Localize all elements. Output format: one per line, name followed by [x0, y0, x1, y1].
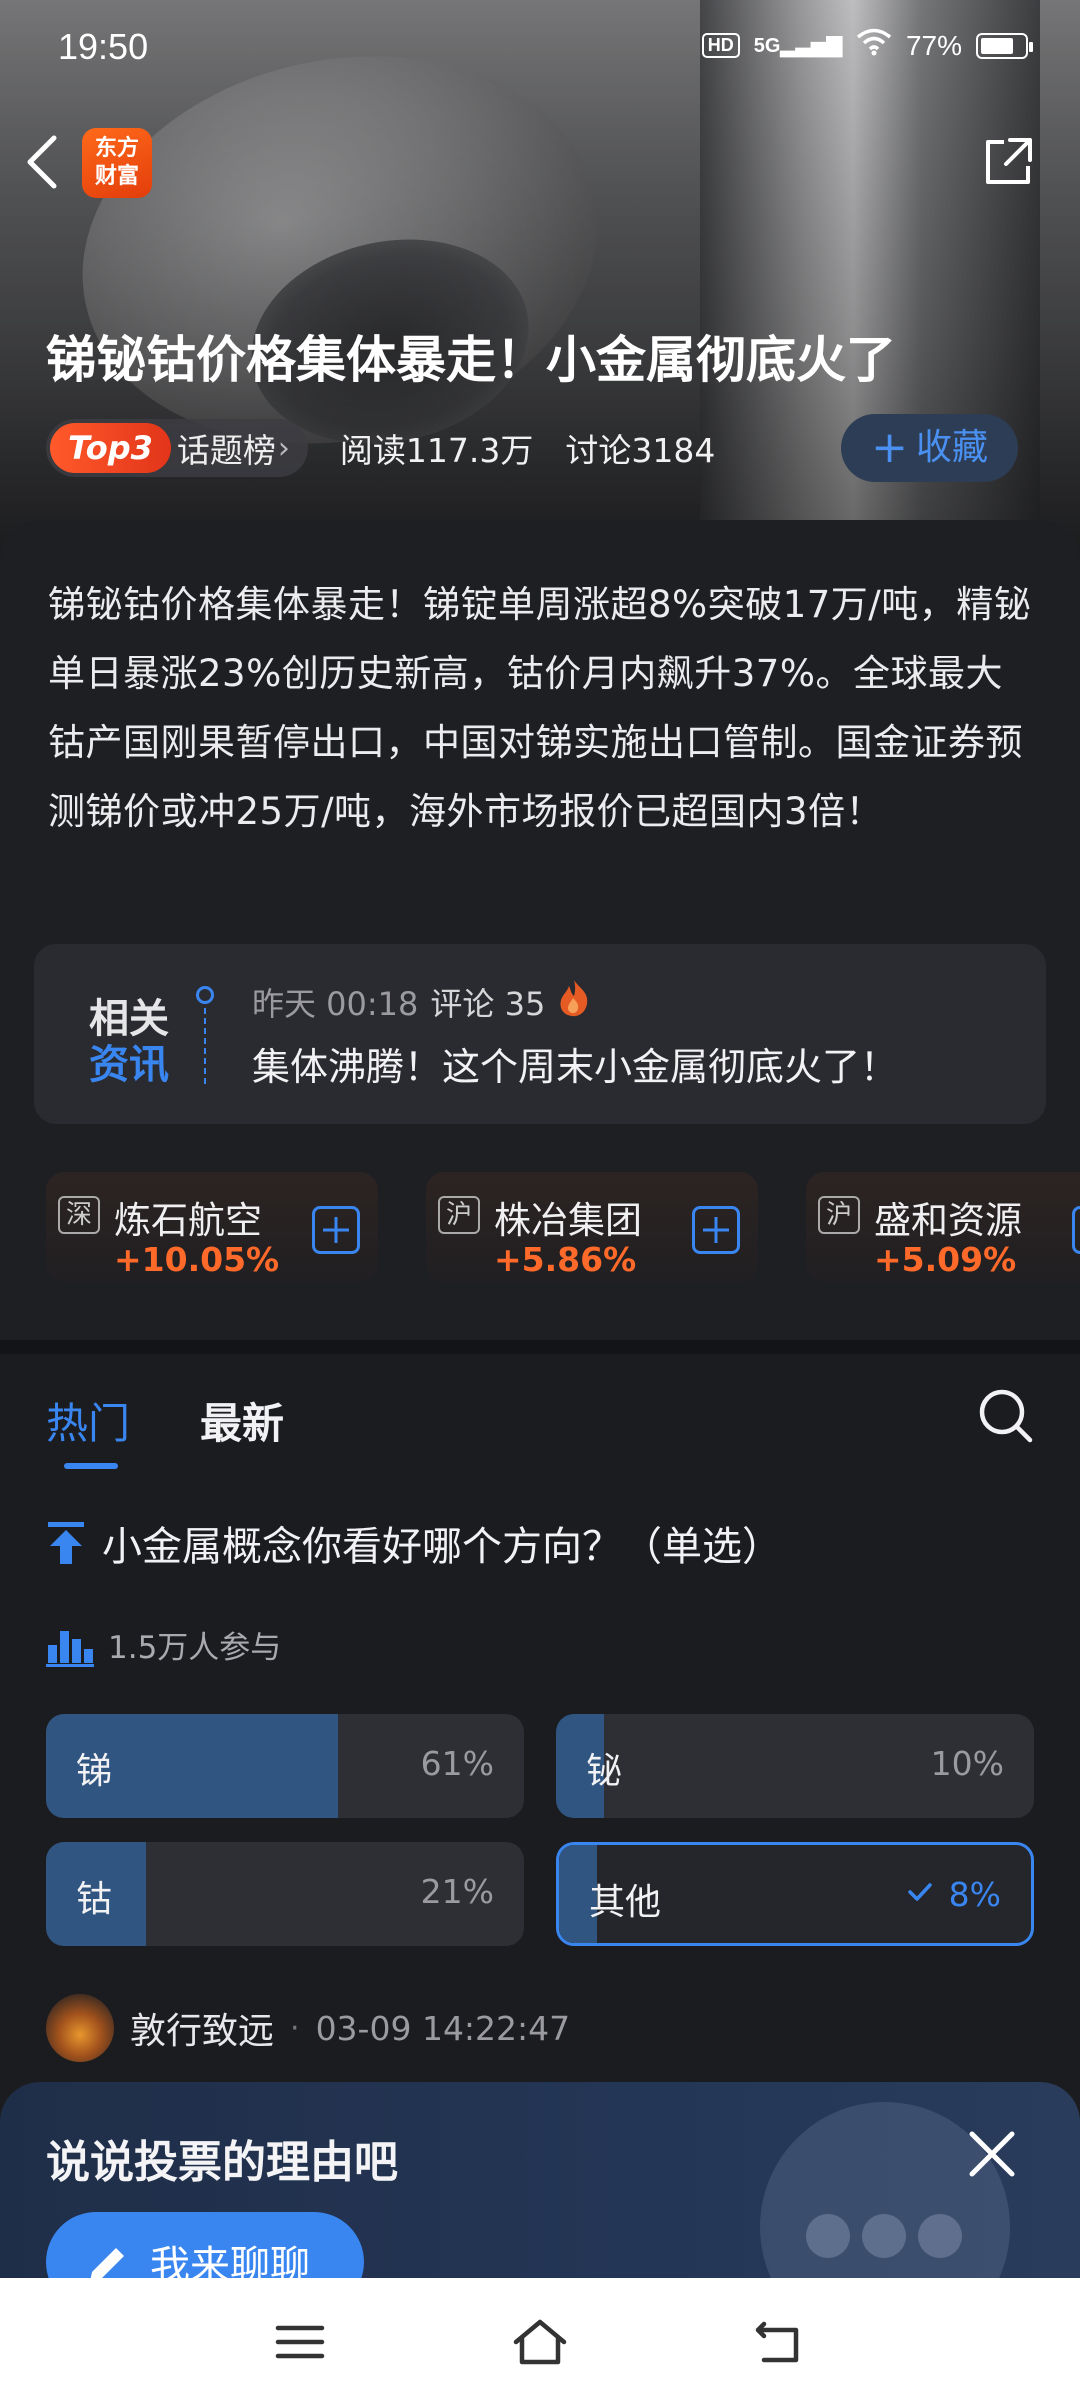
stock-change: +5.86%	[494, 1240, 637, 1279]
wifi-icon	[856, 28, 892, 63]
news-headline: 集体沸腾！这个周末小金属彻底火了！	[252, 1045, 899, 1089]
comment-time: 03-09 14:22:47	[315, 2008, 571, 2048]
poll-option[interactable]: 锑 61%	[46, 1714, 524, 1818]
stock-card[interactable]: 沪 盛和资源 +5.09%	[806, 1172, 1080, 1282]
battery-percent: 77%	[905, 29, 962, 61]
status-bar: 19:50 HD 5G▂▃▅▇ 77%	[0, 0, 1080, 96]
signal-5g-icon: 5G▂▃▅▇	[753, 35, 842, 57]
plus-icon: +	[871, 422, 908, 473]
poll-option-percent: 21%	[420, 1872, 494, 1911]
poll-option-label: 锑	[76, 1751, 113, 1792]
stock-change: +5.09%	[874, 1240, 1017, 1279]
app-logo[interactable]: 东方 财富	[82, 128, 152, 198]
back-button[interactable]	[18, 130, 68, 194]
add-to-watchlist-icon[interactable]	[692, 1206, 740, 1254]
poll-option-selected[interactable]: 其他 8%	[556, 1842, 1034, 1946]
favorite-button[interactable]: + 收藏	[841, 414, 1018, 482]
poll-option[interactable]: 钴 21%	[46, 1842, 524, 1946]
back-nav-icon[interactable]	[750, 2312, 810, 2372]
topic-rank-link[interactable]: Top3 话题榜 ›	[46, 419, 308, 477]
battery-icon	[976, 32, 1033, 59]
poll-participants: 1.5万人参与	[46, 1622, 281, 1667]
share-button[interactable]	[976, 130, 1040, 194]
stock-change: +10.05%	[114, 1240, 280, 1279]
fire-icon	[557, 978, 591, 1026]
news-comment-count: 评论 35	[430, 985, 546, 1023]
add-to-watchlist-icon[interactable]	[1072, 1206, 1080, 1254]
exchange-badge: 沪	[438, 1196, 480, 1234]
read-count: 阅读117.3万	[339, 431, 534, 470]
tab-bar: 热门 最新	[46, 1390, 284, 1469]
share-icon	[986, 138, 1032, 184]
rank-label: 话题榜	[176, 431, 276, 470]
chevron-right-icon: ›	[277, 430, 290, 466]
rank-badge: Top3	[50, 423, 171, 473]
menu-icon[interactable]	[270, 2312, 330, 2372]
topic-title: 锑铋钴价格集体暴走！小金属彻底火了	[46, 331, 896, 389]
stock-card[interactable]: 沪 株冶集团 +5.86%	[426, 1172, 758, 1282]
exchange-badge: 深	[58, 1196, 100, 1234]
prompt-title: 说说投票的理由吧	[46, 2137, 398, 2188]
poll-option-label: 铋	[586, 1751, 623, 1792]
search-button[interactable]	[972, 1382, 1040, 1450]
stock-name: 盛和资源	[874, 1199, 1022, 1242]
status-time: 19:50	[58, 26, 149, 67]
tab-hot[interactable]: 热门	[46, 1390, 130, 1469]
comment-author[interactable]: 敦行致远	[130, 2002, 274, 2054]
chevron-left-icon	[27, 135, 57, 189]
stock-card[interactable]: 深 炼石航空 +10.05%	[46, 1172, 378, 1282]
poll-option-label: 其他	[589, 1882, 662, 1923]
pin-top-icon	[48, 1522, 84, 1564]
tab-latest[interactable]: 最新	[200, 1390, 284, 1451]
related-news-tag: 相关 资讯	[89, 996, 169, 1088]
timeline-dot	[196, 986, 214, 1004]
system-navigation-bar	[0, 2278, 1080, 2404]
stock-name: 株冶集团	[494, 1199, 642, 1242]
home-icon[interactable]	[510, 2312, 570, 2372]
check-icon	[908, 1883, 932, 1901]
search-icon	[979, 1389, 1033, 1443]
related-news-card[interactable]: 相关 资讯 昨天 00:18 评论 35 集体沸腾！这个周末小金属彻底火了！	[34, 944, 1046, 1124]
poll-option-label: 钴	[76, 1879, 113, 1920]
comment-header: 敦行致远 · 03-09 14:22:47	[46, 1994, 570, 2062]
poll-option-percent: 10%	[930, 1744, 1004, 1783]
hd-icon: HD	[701, 33, 740, 58]
discussion-count: 讨论3184	[565, 431, 716, 470]
bar-chart-icon	[46, 1630, 94, 1667]
exchange-badge: 沪	[818, 1196, 860, 1234]
topic-card: 锑铋钴价格集体暴走！锑锭单周涨超8%突破17万/吨，精铋单日暴涨23%创历史新高…	[0, 520, 1080, 1340]
poll-option[interactable]: 铋 10%	[556, 1714, 1034, 1818]
add-to-watchlist-icon[interactable]	[312, 1206, 360, 1254]
stock-name: 炼石航空	[114, 1199, 262, 1242]
poll-question: 小金属概念你看好哪个方向？（单选）	[46, 1514, 782, 1572]
poll-option-percent: 61%	[420, 1744, 494, 1783]
close-button[interactable]	[964, 2126, 1020, 2182]
news-time: 昨天 00:18	[252, 985, 419, 1023]
topic-intro: 锑铋钴价格集体暴走！锑锭单周涨超8%突破17万/吨，精铋单日暴涨23%创历史新高…	[48, 583, 1032, 833]
poll-option-percent: 8%	[948, 1875, 1001, 1914]
related-stocks: 深 炼石航空 +10.05% 沪 株冶集团 +5.86% 沪 盛和资源 +5.0…	[46, 1172, 1080, 1292]
close-icon	[969, 2131, 1015, 2177]
avatar[interactable]	[46, 1994, 114, 2062]
